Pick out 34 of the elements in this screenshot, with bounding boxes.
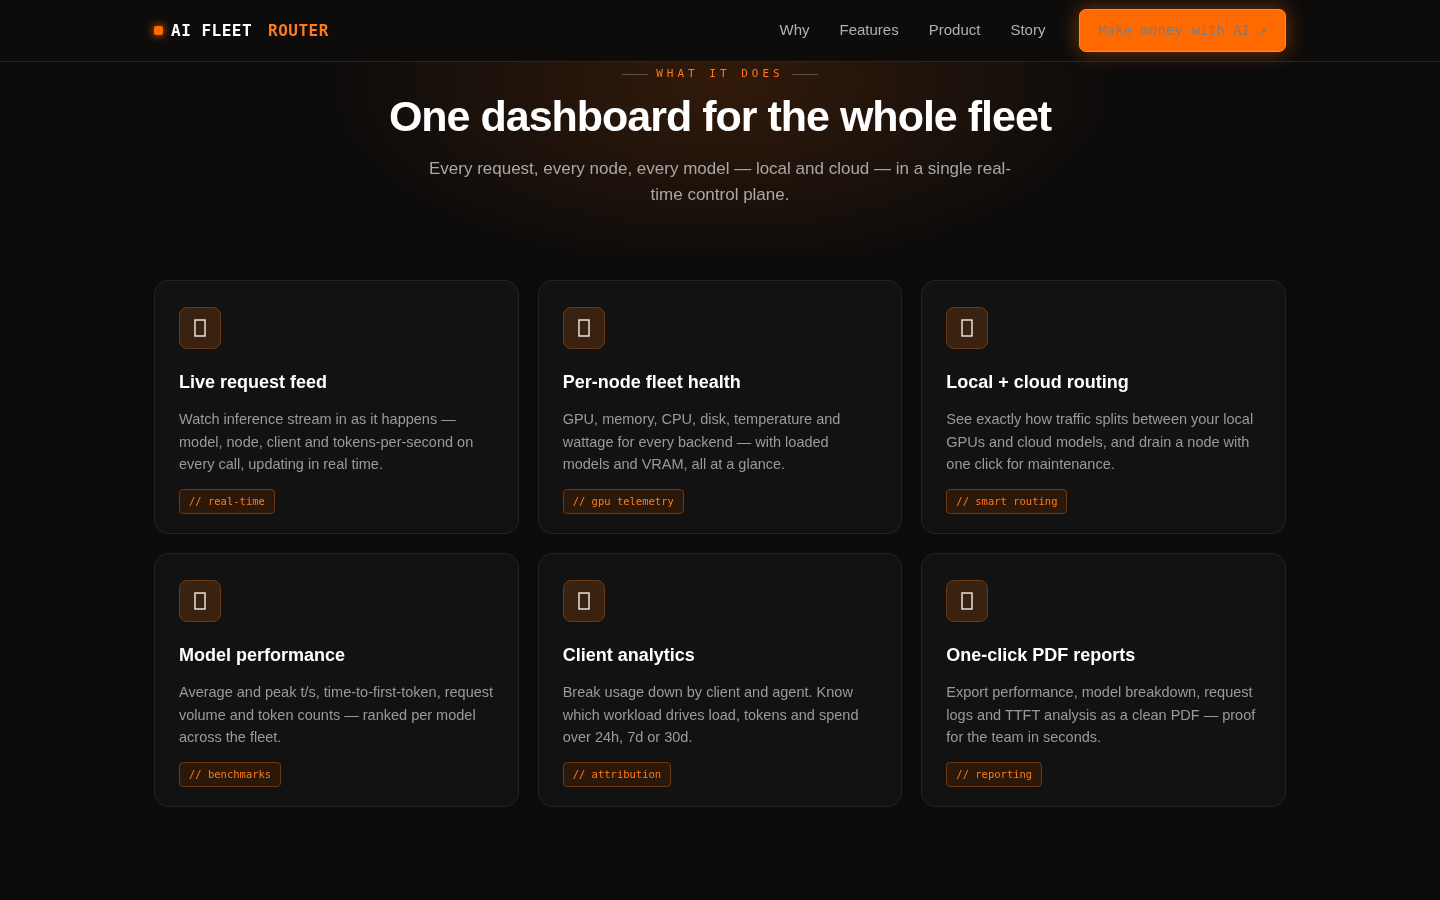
feature-tag: // reporting [946, 761, 1043, 788]
feature-title: Per-node fleet health [562, 371, 742, 395]
section-eyebrow: WHAT IT DOES [656, 66, 784, 82]
brand-accent: ROUTER [268, 19, 329, 42]
feature-description: See exactly how traffic splits between your local GPUs and cloud models, and drain a node with one click for maintenance. [946, 410, 1255, 475]
glyph-icon [961, 592, 974, 611]
logo-icon [154, 26, 163, 35]
feature-title: Live request feed [179, 371, 329, 395]
feature-tag: // gpu telemetry [562, 488, 684, 515]
feature-description: Average and peak t/s, time-to-first-token, request volume and token counts — ranked per model across the fleet. [179, 683, 494, 748]
brand-name: AI FLEET [171, 19, 253, 42]
feature-description: Break usage down by client and agent. Know which workload drives load, tokens and spend over 24h, 7d or 30d. [562, 683, 860, 748]
feature-description: Watch inference stream in as it happens — model, node, client and tokens-per-second on every call, updating in real time. [179, 410, 475, 475]
nav-link[interactable]: Product [928, 19, 981, 42]
feature-tag: // real-time [179, 488, 275, 515]
glyph-icon [577, 319, 590, 338]
feature-title: One-click PDF reports [946, 644, 1137, 668]
feature-description: GPU, memory, CPU, disk, temperature and wattage for every backend — with loaded models and VRAM, all at a glance. [562, 410, 842, 475]
feature-tag: // smart routing [946, 488, 1068, 515]
nav-link[interactable]: Why [779, 19, 810, 42]
feature-tag: // benchmarks [179, 761, 282, 788]
glyph-icon [961, 319, 974, 338]
feature-title: Model performance [179, 644, 347, 668]
glyph-icon [577, 592, 590, 611]
glyph-icon [194, 592, 206, 611]
section-subtitle: Every request, every node, every model — local and cloud — in a single real-time control plane. [427, 158, 1013, 207]
feature-title: Local + cloud routing [946, 371, 1130, 395]
glyph-icon [194, 319, 206, 338]
nav-link[interactable]: Features [839, 19, 899, 42]
nav-link[interactable]: Story [1010, 19, 1046, 42]
section-title: One dashboard for the whole fleet [387, 90, 1053, 142]
feature-title: Client analytics [562, 644, 696, 668]
feature-description: Export performance, model breakdown, request logs and TTFT analysis as a clean PDF — proof for the team in seconds. [946, 683, 1257, 748]
feature-tag: // attribution [562, 761, 672, 788]
